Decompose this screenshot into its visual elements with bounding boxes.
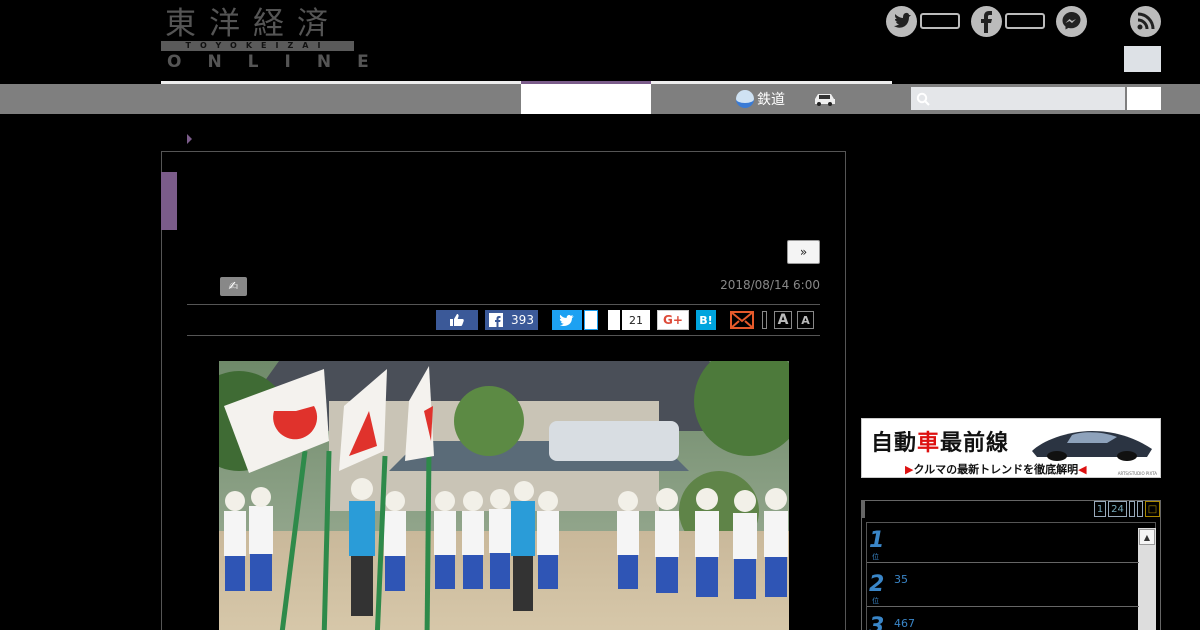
thumbs-up-icon: [450, 314, 464, 326]
rank-separator: [867, 562, 1139, 563]
ranking-tab[interactable]: [1129, 501, 1135, 517]
scroll-up-button[interactable]: ▲: [1139, 529, 1155, 545]
car-frontline-banner[interactable]: 自動車最前線 ▶クルマの最新トレンドを徹底解明◀ ARTS/STUDIO PIX…: [861, 418, 1161, 478]
title-accent-bar: [161, 172, 177, 230]
car-icon[interactable]: [813, 91, 836, 106]
twitter-icon[interactable]: [886, 6, 917, 37]
rank-number: 2: [869, 572, 885, 597]
google-plus-button[interactable]: G+: [657, 310, 689, 330]
logo-band: TOYOKEIZAI: [161, 41, 354, 51]
ranking-tab-24h[interactable]: 24: [1108, 501, 1127, 517]
tweet-count-box: [584, 310, 598, 330]
banner-title: 自動車最前線: [871, 425, 1009, 457]
facebook-icon: [489, 313, 504, 327]
train-icon: [736, 90, 754, 108]
hatena-count: 21: [622, 310, 650, 330]
banner-title-part: 自動: [871, 430, 918, 456]
nav-item-label: 鉄道: [757, 92, 785, 108]
site-logo[interactable]: 東洋経済 TOYOKEIZAI ONLINE: [161, 6, 369, 72]
banner-subtitle: ▶クルマの最新トレンドを徹底解明◀: [905, 461, 1087, 477]
facebook-count-box: [1005, 13, 1045, 29]
banner-credit: ARTS/STUDIO PIXTA: [1117, 471, 1157, 476]
facebook-share-button[interactable]: 393: [485, 310, 538, 330]
nav-item-railway[interactable]: 鉄道: [736, 88, 785, 110]
search-input[interactable]: [911, 87, 1125, 110]
ranking-list: [866, 522, 1156, 630]
triangle-icon: ◀: [1078, 463, 1087, 476]
banner-title-part: 最前線: [940, 430, 1010, 456]
rank-separator: [867, 606, 1139, 607]
rank-suffix: 位: [872, 597, 879, 605]
facebook-icon[interactable]: [971, 6, 1002, 37]
font-size-separator: [762, 311, 767, 329]
article-photo: [219, 361, 789, 630]
publish-date: 2018/08/14 6:00: [720, 278, 820, 292]
hatena-count-pointer: [608, 310, 620, 330]
twitter-icon: [559, 314, 574, 326]
rank-number: 3: [869, 614, 885, 630]
banner-subtitle-text: クルマの最新トレンドを徹底解明: [913, 463, 1079, 476]
banner-title-accent: 車: [917, 430, 941, 456]
logo-online: ONLINE: [167, 52, 395, 72]
tweet-button[interactable]: [552, 310, 582, 330]
font-size-large-button[interactable]: A: [774, 311, 792, 329]
rank-suffix: 位: [872, 553, 879, 561]
messenger-icon[interactable]: [1056, 6, 1087, 37]
next-page-button[interactable]: »: [787, 240, 820, 264]
ranking-marker: [861, 500, 865, 518]
logo-kanji: 東洋経済: [165, 6, 341, 42]
search-button[interactable]: [1127, 87, 1161, 110]
divider: [187, 335, 820, 336]
breadcrumb-arrow-icon: [187, 134, 192, 144]
hatena-bookmark-button[interactable]: B!: [696, 310, 716, 330]
mail-icon[interactable]: [730, 311, 754, 329]
like-button[interactable]: [436, 310, 478, 330]
rss-icon[interactable]: [1130, 6, 1161, 37]
rank-number: 1: [869, 528, 885, 553]
divider: [187, 304, 820, 305]
twitter-count-box: [920, 13, 960, 29]
car-image: [1032, 431, 1152, 461]
search-icon: [916, 92, 930, 106]
ranking-tab-active[interactable]: □: [1145, 501, 1160, 517]
rank-meta[interactable]: 467: [894, 617, 915, 630]
rank-meta[interactable]: 35: [894, 573, 908, 586]
nav-item-active[interactable]: [521, 84, 651, 114]
author-icon[interactable]: ✍: [220, 277, 247, 296]
font-size-small-button[interactable]: A: [797, 311, 814, 329]
ranking-tab-1h[interactable]: 1: [1094, 501, 1106, 517]
header-small-button[interactable]: [1124, 46, 1161, 72]
facebook-share-count: 393: [511, 313, 534, 327]
ranking-tab[interactable]: [1137, 501, 1143, 517]
